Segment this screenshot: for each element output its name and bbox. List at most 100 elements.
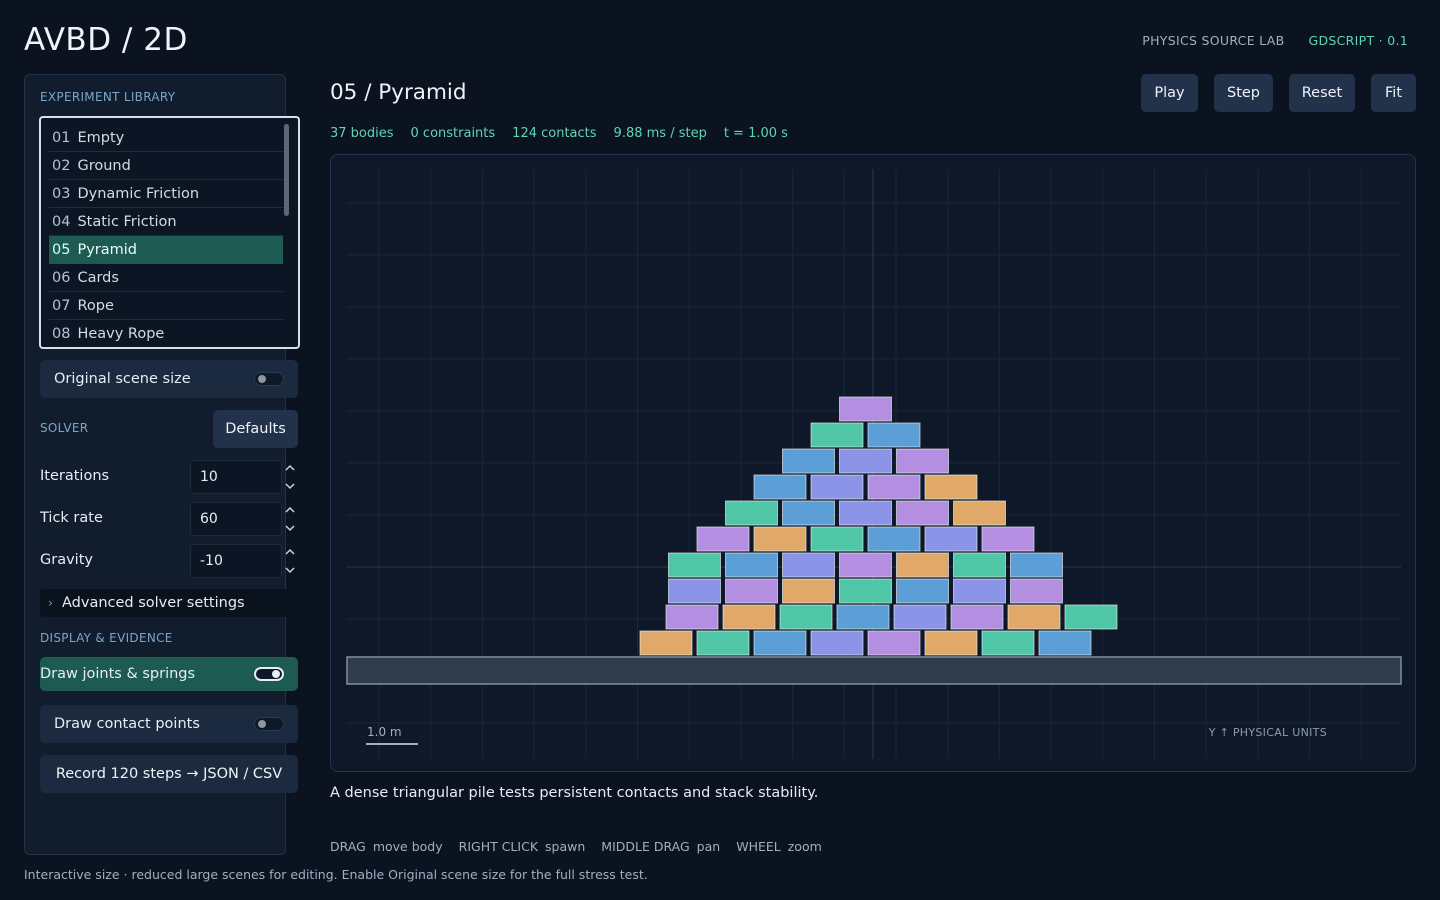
- sidebar: EXPERIMENT LIBRARY 01 Empty 02 Ground 03 Dyna…: [24, 74, 300, 855]
- experiment-list[interactable]: 01 Empty 02 Ground 03 Dynamic Friction 04 Stati…: [39, 116, 300, 349]
- advanced-solver-settings[interactable]: › Advanced solver settings: [40, 589, 298, 617]
- experiment-item-empty[interactable]: 01 Empty: [49, 124, 283, 152]
- pyramid-block: [839, 500, 892, 526]
- experiment-number: 04: [52, 214, 71, 230]
- units-label: Y ↑ PHYSICAL UNITS: [1208, 726, 1327, 739]
- pyramid-block: [867, 474, 921, 500]
- pyramid-block: [924, 630, 978, 656]
- pyramid-block: [981, 526, 1035, 552]
- pyramid-block: [810, 474, 864, 500]
- footnote: Interactive size · reduced large scenes …: [24, 867, 648, 882]
- experiment-item-rope[interactable]: 07 Rope: [49, 292, 283, 320]
- pyramid-block: [668, 578, 721, 604]
- display-section-label: DISPLAY & EVIDENCE: [40, 631, 173, 645]
- scene-description: A dense triangular pile tests persistent…: [330, 785, 819, 801]
- pyramid-block: [867, 526, 921, 552]
- experiment-number: 07: [52, 298, 71, 314]
- draw-contacts-toggle-row[interactable]: Draw contact points: [40, 705, 298, 743]
- tick-rate-input[interactable]: 60: [190, 502, 282, 536]
- pyramid-block: [924, 526, 978, 552]
- pyramid-block: [950, 604, 1004, 630]
- experiment-item-static-friction[interactable]: 04 Static Friction: [49, 208, 283, 236]
- experiment-name: Rope: [77, 298, 114, 314]
- draw-contacts-toggle[interactable]: [254, 717, 284, 731]
- step-button[interactable]: Step: [1214, 74, 1273, 112]
- ground-body: [346, 656, 1402, 685]
- scale-bar: [366, 743, 418, 745]
- tick-rate-spinner[interactable]: [284, 504, 296, 534]
- experiment-number: 02: [52, 158, 71, 174]
- reset-button[interactable]: Reset: [1289, 74, 1355, 112]
- hint-item: WHEEL zoom: [736, 839, 822, 854]
- pyramid-block: [893, 604, 947, 630]
- pyramid-block: [782, 578, 835, 604]
- pyramid-block: [867, 630, 921, 656]
- experiment-number: 06: [52, 270, 71, 286]
- pyramid-block: [779, 604, 833, 630]
- experiment-item-pyramid[interactable]: 05 Pyramid: [49, 236, 283, 264]
- pyramid-block: [725, 500, 778, 526]
- library-section-label: EXPERIMENT LIBRARY: [40, 90, 176, 104]
- pyramid-block: [722, 604, 776, 630]
- simulation-viewport[interactable]: [331, 155, 1416, 772]
- tick-rate-label: Tick rate: [40, 510, 103, 526]
- brand-version: GDSCRIPT · 0.1: [1308, 33, 1408, 48]
- draw-joints-label: Draw joints & springs: [40, 666, 196, 682]
- record-button[interactable]: Record 120 steps → JSON / CSV: [40, 755, 298, 793]
- stats-bar: 37 bodies 0 constraints 124 contacts 9.8…: [330, 126, 788, 141]
- stat-constraints: 0 constraints: [410, 126, 496, 141]
- pyramid-block: [782, 500, 835, 526]
- brand: PHYSICS SOURCE LAB GDSCRIPT · 0.1: [1142, 33, 1408, 48]
- gravity-spinner[interactable]: [284, 546, 296, 576]
- app-title: AVBD / 2D: [24, 22, 188, 58]
- experiment-item-dynamic-friction[interactable]: 03 Dynamic Friction: [49, 180, 283, 208]
- gravity-input[interactable]: -10: [190, 544, 282, 578]
- draw-joints-toggle[interactable]: [254, 667, 284, 681]
- chevron-right-icon: ›: [48, 596, 53, 610]
- pyramid-block: [953, 552, 1006, 578]
- experiment-item-cards[interactable]: 06 Cards: [49, 264, 283, 292]
- brand-lab: PHYSICS SOURCE LAB: [1142, 33, 1285, 48]
- hint-item: RIGHT CLICK spawn: [459, 839, 586, 854]
- pyramid-block: [725, 578, 778, 604]
- draw-joints-toggle-row[interactable]: Draw joints & springs: [40, 657, 298, 691]
- pyramid-block: [953, 578, 1006, 604]
- hint-action: spawn: [545, 839, 586, 854]
- pyramid-block: [896, 500, 949, 526]
- experiment-item-heavy-rope[interactable]: 08 Heavy Rope: [49, 320, 283, 347]
- experiment-item-ground[interactable]: 02 Ground: [49, 152, 283, 180]
- original-size-label: Original scene size: [54, 371, 191, 387]
- pyramid-block: [981, 630, 1035, 656]
- draw-contacts-label: Draw contact points: [54, 716, 200, 732]
- hint-key: RIGHT CLICK: [458, 839, 539, 854]
- controls-hints: DRAG move body RIGHT CLICK spawn MIDDLE DRAG…: [330, 839, 822, 854]
- defaults-button[interactable]: Defaults: [213, 410, 298, 448]
- pyramid-block: [725, 552, 778, 578]
- hint-action: pan: [696, 839, 721, 854]
- fit-button[interactable]: Fit: [1371, 74, 1416, 112]
- experiment-name: Dynamic Friction: [77, 186, 200, 202]
- hint-key: MIDDLE DRAG: [601, 839, 690, 854]
- iterations-input[interactable]: 10: [190, 460, 282, 494]
- iterations-spinner[interactable]: [284, 462, 296, 492]
- pyramid-block: [1064, 604, 1118, 630]
- stat-time: t = 1.00 s: [723, 126, 788, 141]
- pyramid-block: [839, 578, 892, 604]
- original-size-toggle[interactable]: [254, 372, 284, 386]
- pyramid-block: [867, 422, 921, 448]
- hint-action: zoom: [787, 839, 822, 854]
- hint-item: MIDDLE DRAG pan: [601, 839, 720, 854]
- hint-action: move body: [372, 839, 443, 854]
- stat-ms-per-step: 9.88 ms / step: [613, 126, 707, 141]
- experiment-name: Heavy Rope: [77, 326, 165, 342]
- simulation-canvas[interactable]: 1.0 m Y ↑ PHYSICAL UNITS: [330, 154, 1416, 772]
- pyramid-block: [1010, 552, 1063, 578]
- play-button[interactable]: Play: [1141, 74, 1198, 112]
- original-size-toggle-row[interactable]: Original scene size: [40, 360, 298, 398]
- scene-title: 05 / Pyramid: [330, 80, 467, 105]
- experiment-list-scrollbar[interactable]: [284, 124, 289, 216]
- pyramid-block: [836, 604, 890, 630]
- experiment-name: Cards: [77, 270, 119, 286]
- pyramid-block: [839, 552, 892, 578]
- experiment-number: 01: [52, 130, 71, 146]
